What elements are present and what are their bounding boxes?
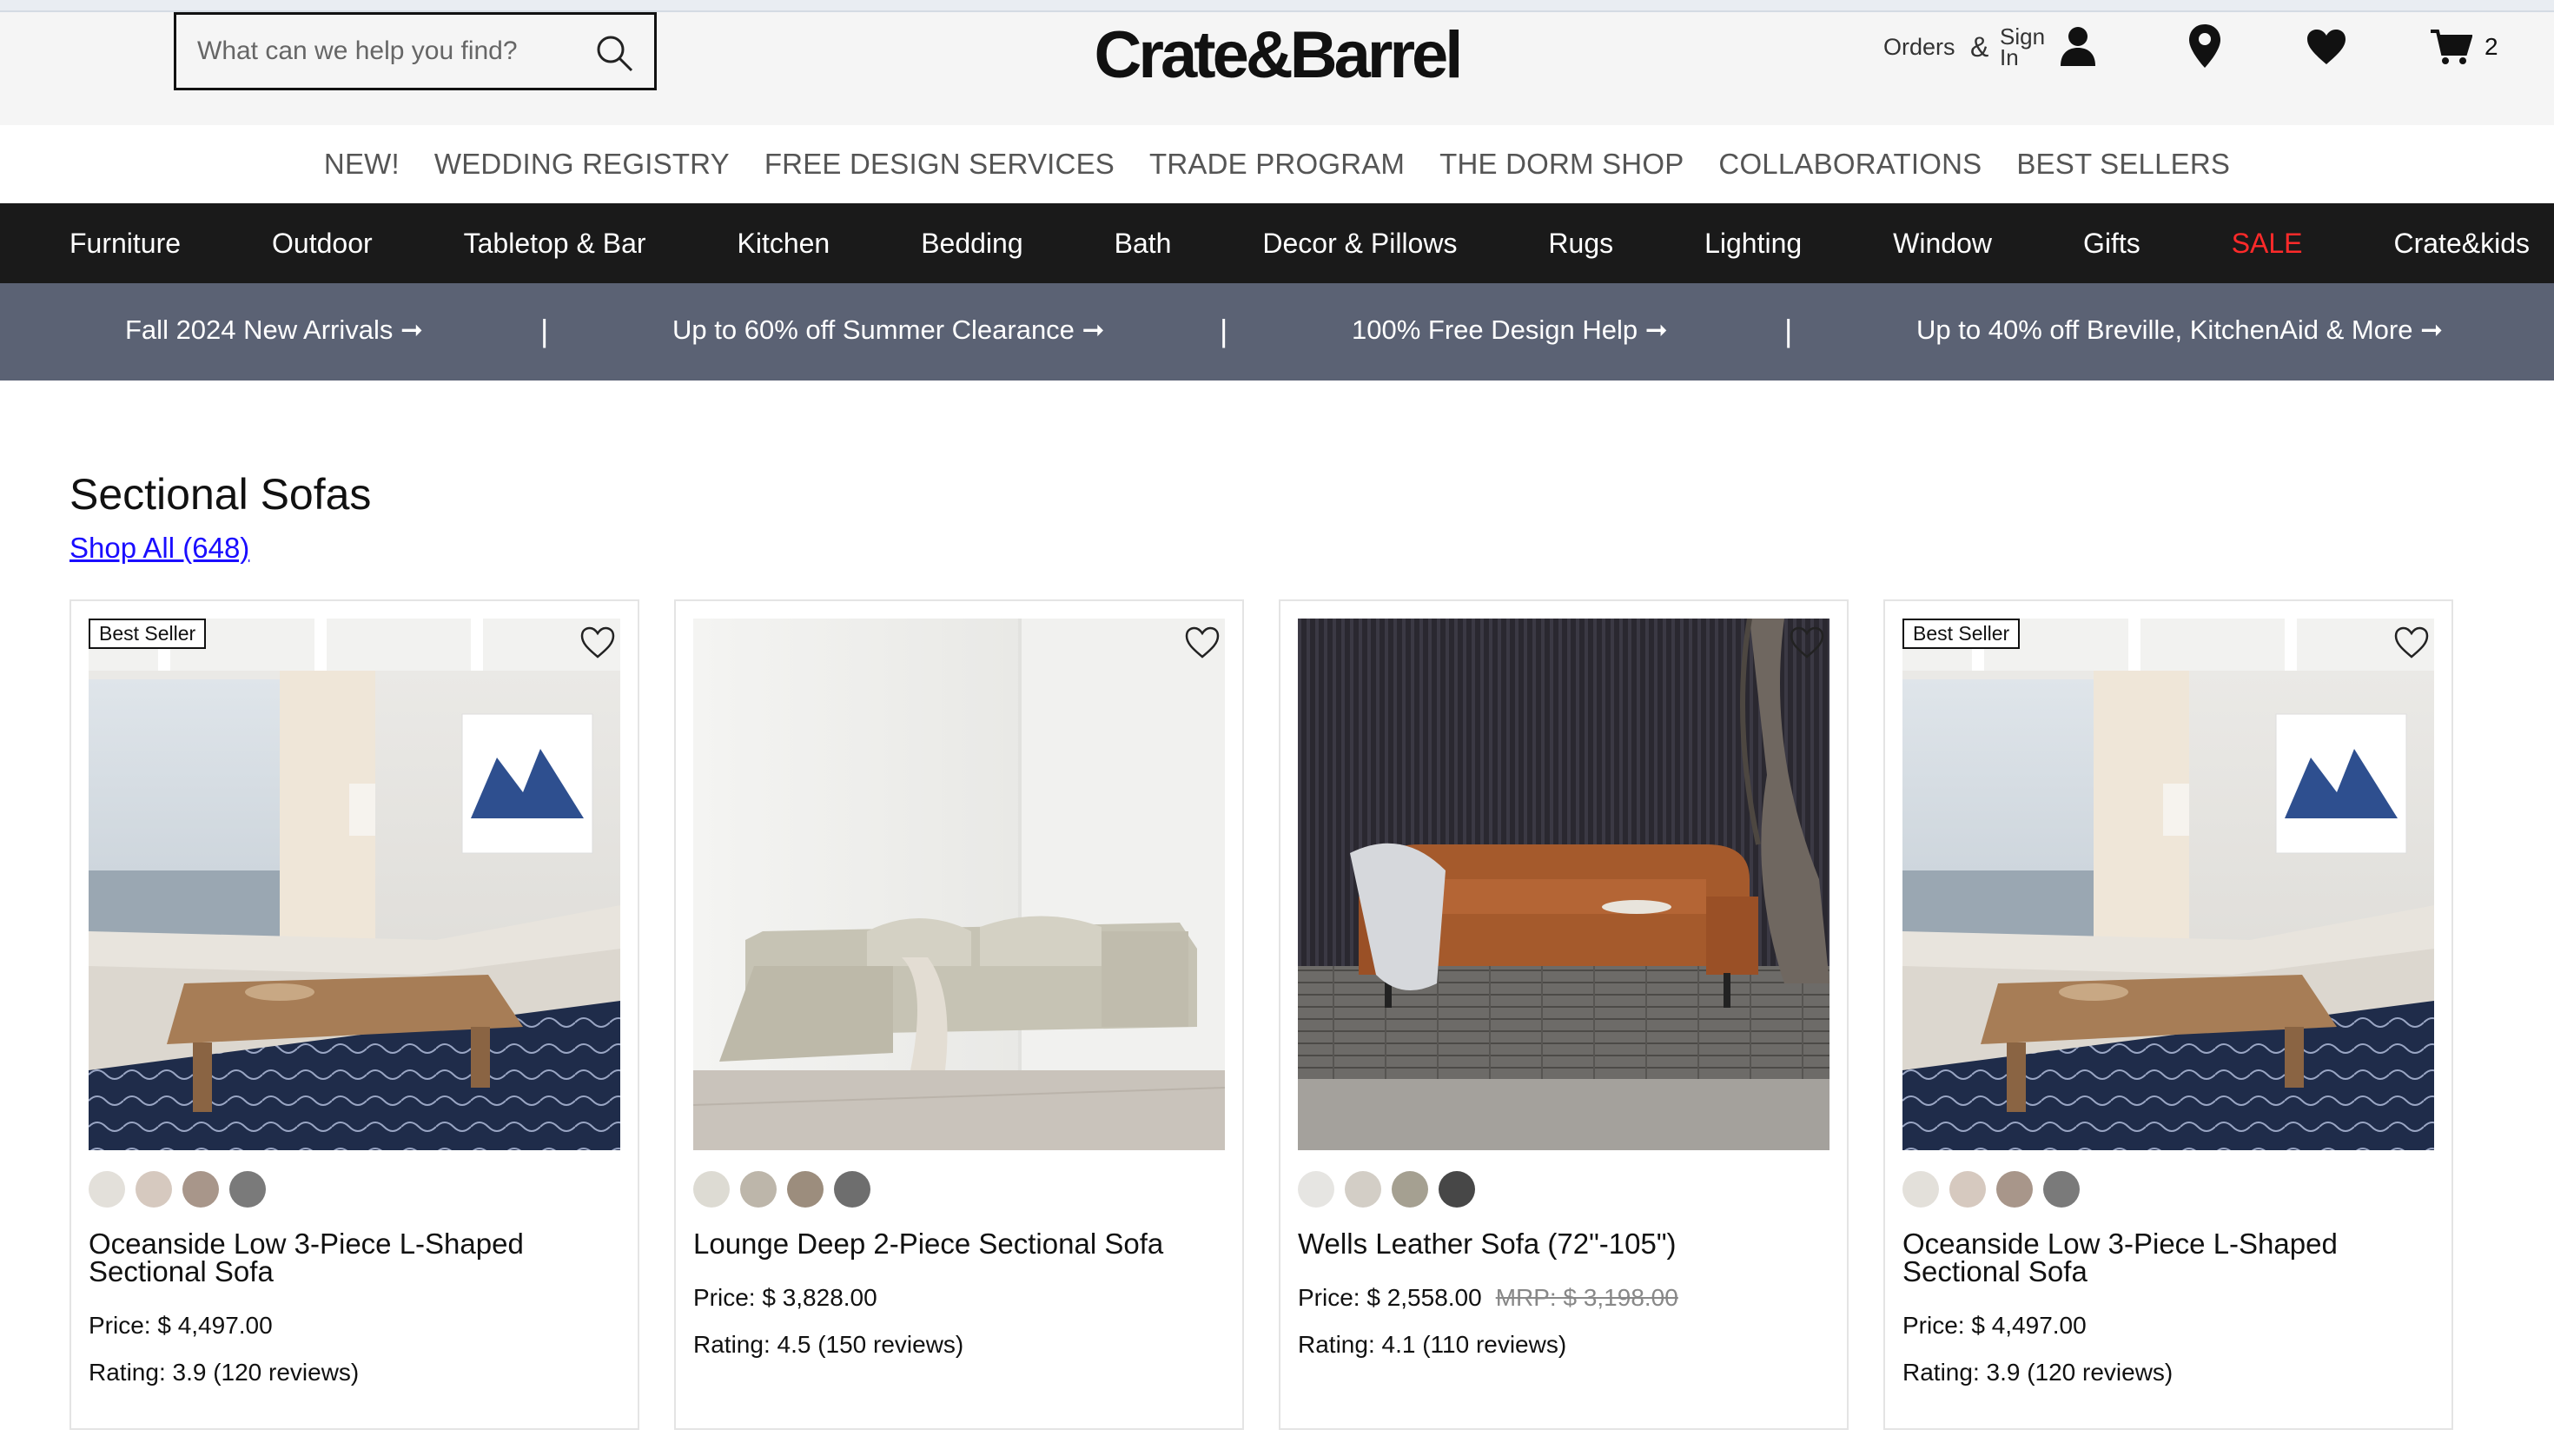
color-swatch[interactable] (136, 1171, 172, 1208)
promo-bar: Fall 2024 New Arrivals ➞ | Up to 60% off… (0, 283, 2554, 381)
wishlist-heart-icon[interactable] (1788, 624, 1826, 662)
color-swatch[interactable] (787, 1171, 824, 1208)
color-swatch[interactable] (1902, 1171, 1939, 1208)
color-swatches (1298, 1171, 1475, 1208)
nav-sale[interactable]: SALE (2232, 228, 2303, 260)
product-mrp: MRP: $ 3,198.00 (1495, 1284, 1678, 1311)
color-swatch[interactable] (182, 1171, 219, 1208)
color-swatch[interactable] (1298, 1171, 1334, 1208)
search-box[interactable] (174, 12, 657, 90)
product-card[interactable]: Lounge Deep 2-Piece Sectional Sofa Price… (674, 599, 1244, 1430)
secondary-nav-best-sellers[interactable]: BEST SELLERS (1999, 148, 2247, 181)
color-swatch[interactable] (693, 1171, 730, 1208)
product-price: Price: $ 3,828.00 (693, 1284, 877, 1311)
promo-separator: | (1784, 313, 1793, 348)
product-image[interactable] (1298, 619, 1829, 1150)
product-rating: Rating: 3.9 (120 reviews) (89, 1359, 360, 1386)
orders-link[interactable]: Orders (1883, 34, 1955, 61)
top-border (0, 0, 2554, 12)
product-rating: Rating: 4.5 (150 reviews) (693, 1331, 964, 1358)
secondary-nav-new[interactable]: NEW! (307, 148, 417, 181)
best-seller-badge: Best Seller (1902, 619, 2021, 649)
nav-bath[interactable]: Bath (1115, 228, 1172, 260)
product-name[interactable]: Lounge Deep 2-Piece Sectional Sofa (693, 1229, 1214, 1258)
nav-outdoor[interactable]: Outdoor (272, 228, 373, 260)
product-image[interactable] (693, 619, 1225, 1150)
color-swatches (693, 1171, 870, 1208)
main-category-nav: Furniture Outdoor Tabletop & Bar Kitchen… (0, 203, 2554, 283)
product-name[interactable]: Oceanside Low 3-Piece L-Shaped Sectional… (89, 1229, 610, 1286)
color-swatches (1902, 1171, 2080, 1208)
nav-window[interactable]: Window (1893, 228, 1992, 260)
secondary-nav-wedding-registry[interactable]: WEDDING REGISTRY (417, 148, 747, 181)
wishlist-heart-icon[interactable] (579, 624, 617, 662)
promo-separator: | (1220, 313, 1228, 348)
cart-icon[interactable] (2429, 28, 2472, 66)
search-icon[interactable] (593, 32, 635, 74)
nav-decor-pillows[interactable]: Decor & Pillows (1262, 228, 1457, 260)
product-image[interactable] (1902, 619, 2434, 1150)
secondary-nav-free-design-services[interactable]: FREE DESIGN SERVICES (747, 148, 1132, 181)
secondary-nav-dorm-shop[interactable]: THE DORM SHOP (1422, 148, 1701, 181)
orders-signin-separator: & (1970, 31, 1989, 63)
color-swatch[interactable] (1345, 1171, 1381, 1208)
page-title: Sectional Sofas (69, 470, 372, 519)
search-input[interactable] (176, 15, 576, 88)
location-pin-icon[interactable] (2187, 23, 2222, 69)
best-seller-badge: Best Seller (89, 619, 207, 649)
product-price: Price: $ 2,558.00 (1298, 1284, 1482, 1311)
color-swatch[interactable] (1949, 1171, 1986, 1208)
nav-furniture[interactable]: Furniture (69, 228, 181, 260)
product-price-line: Price: $ 2,558.00 MRP: $ 3,198.00 (1298, 1284, 1678, 1312)
nav-tabletop-bar[interactable]: Tabletop & Bar (464, 228, 646, 260)
promo-free-design-help[interactable]: 100% Free Design Help ➞ (1352, 314, 1668, 346)
secondary-nav: NEW! WEDDING REGISTRY FREE DESIGN SERVIC… (0, 125, 2554, 203)
product-image-lounge-deep (693, 619, 1225, 1150)
nav-crate-kids[interactable]: Crate&kids (2393, 228, 2530, 260)
product-card[interactable]: Wells Leather Sofa (72"-105") Price: $ 2… (1279, 599, 1849, 1430)
color-swatch[interactable] (1392, 1171, 1428, 1208)
nav-rugs[interactable]: Rugs (1548, 228, 1613, 260)
wishlist-heart-icon[interactable] (2392, 624, 2431, 662)
promo-summer-clearance[interactable]: Up to 60% off Summer Clearance ➞ (672, 314, 1105, 346)
secondary-nav-trade-program[interactable]: TRADE PROGRAM (1132, 148, 1422, 181)
product-image-oceanside (1902, 619, 2434, 1150)
product-name[interactable]: Oceanside Low 3-Piece L-Shaped Sectional… (1902, 1229, 2424, 1286)
product-image-wells-leather (1298, 619, 1829, 1150)
wishlist-heart-icon[interactable] (1183, 624, 1221, 662)
sign-in-link[interactable]: Sign In (2000, 25, 2052, 69)
color-swatch[interactable] (229, 1171, 266, 1208)
color-swatch[interactable] (1439, 1171, 1475, 1208)
color-swatch[interactable] (2043, 1171, 2080, 1208)
product-rating: Rating: 3.9 (120 reviews) (1902, 1359, 2174, 1386)
color-swatch[interactable] (834, 1171, 870, 1208)
nav-kitchen[interactable]: Kitchen (737, 228, 830, 260)
product-price: Price: $ 4,497.00 (89, 1312, 273, 1339)
color-swatch[interactable] (1996, 1171, 2033, 1208)
promo-separator: | (540, 313, 549, 348)
color-swatches (89, 1171, 266, 1208)
site-logo[interactable]: Crate&Barrel (1086, 16, 1468, 94)
nav-bedding[interactable]: Bedding (921, 228, 1022, 260)
product-price: Price: $ 4,497.00 (1902, 1312, 2087, 1339)
nav-gifts[interactable]: Gifts (2083, 228, 2140, 260)
product-rating: Rating: 4.1 (110 reviews) (1298, 1331, 1567, 1358)
account-icon[interactable] (2057, 24, 2099, 69)
secondary-nav-collaborations[interactable]: COLLABORATIONS (1701, 148, 1999, 181)
product-card[interactable]: Best Seller Oceanside Low 3-Piece L-Shap… (1883, 599, 2453, 1430)
product-name[interactable]: Wells Leather Sofa (72"-105") (1298, 1229, 1819, 1258)
cart-count-badge[interactable]: 2 (2485, 33, 2498, 61)
product-image[interactable] (89, 619, 620, 1150)
site-header: Crate&Barrel Orders & Sign In 2 (0, 12, 2554, 125)
product-card[interactable]: Best Seller Oceanside Low 3-Piece L-Shap… (69, 599, 639, 1430)
product-image-oceanside (89, 619, 620, 1150)
heart-icon[interactable] (2306, 28, 2347, 66)
promo-fall-new-arrivals[interactable]: Fall 2024 New Arrivals ➞ (125, 314, 423, 346)
shop-all-link[interactable]: Shop All (648) (69, 532, 249, 565)
promo-breville-kitchenaid[interactable]: Up to 40% off Breville, KitchenAid & Mor… (1916, 314, 2443, 346)
nav-lighting[interactable]: Lighting (1704, 228, 1802, 260)
color-swatch[interactable] (89, 1171, 125, 1208)
color-swatch[interactable] (740, 1171, 777, 1208)
